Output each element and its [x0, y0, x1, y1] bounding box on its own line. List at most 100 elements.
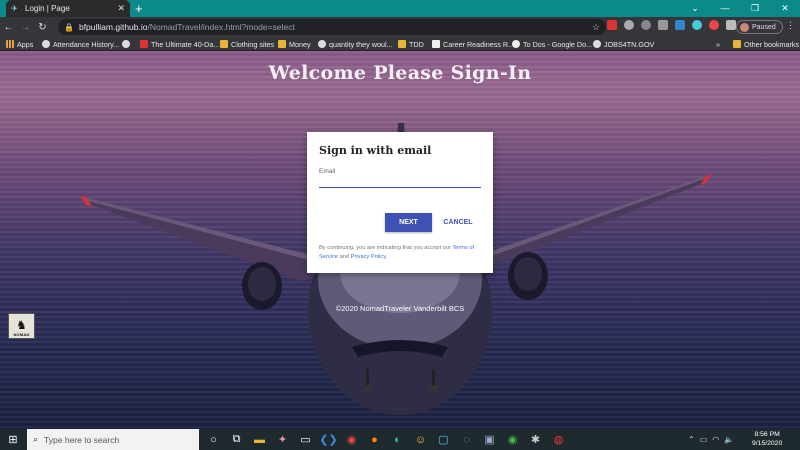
extension-icon[interactable]: [692, 20, 702, 30]
globe-icon: [593, 40, 601, 48]
bookmark-item[interactable]: To Dos - Google Do...: [512, 38, 592, 50]
red-bookmark-icon: [140, 40, 148, 48]
other-bookmarks[interactable]: Other bookmarks: [733, 38, 799, 50]
puzzle-icon[interactable]: [726, 20, 736, 30]
extension-icon[interactable]: [709, 20, 719, 30]
browser-tab-strip: ✈ Login | Page ✕ + ⌄ — ❐ ✕: [0, 0, 800, 17]
email-field[interactable]: [319, 179, 481, 188]
system-tray: ⌃ ▭ ◠ 🔈: [688, 429, 734, 450]
app-icon[interactable]: ✱: [527, 431, 544, 448]
extensions-area: [607, 20, 736, 30]
email-label: Email: [319, 168, 336, 175]
doc-icon: [432, 40, 440, 48]
bookmarks-overflow[interactable]: »: [716, 38, 720, 50]
privacy-policy-link[interactable]: Privacy Policy: [351, 254, 386, 260]
brand-logo: ♞ NOMAD: [8, 313, 35, 339]
folder-icon: [220, 40, 228, 48]
profile-button[interactable]: Paused: [736, 20, 783, 34]
minimize-button[interactable]: —: [710, 0, 740, 17]
app-icon[interactable]: ✦: [274, 431, 291, 448]
bookmarks-bar: Apps Attendance History... The Ultimate …: [0, 37, 800, 51]
extension-icon[interactable]: [607, 20, 617, 30]
chevron-up-icon[interactable]: ⌃: [688, 435, 695, 444]
globe-icon: [42, 40, 50, 48]
taskbar-apps: ○ ⧉ ▬ ✦ ▭ ❮❯ ◉ ● ◐ ☺ ▢ ◌ ▣ ◉ ✱ ◍: [205, 431, 567, 448]
windows-start-icon[interactable]: ⊞: [0, 433, 26, 446]
bookmark-item[interactable]: [122, 38, 133, 50]
maximize-button[interactable]: ❐: [740, 0, 770, 17]
profile-status: Paused: [752, 23, 776, 31]
volume-icon[interactable]: 🔈: [724, 435, 734, 444]
back-button[interactable]: ←: [0, 22, 17, 33]
forward-button[interactable]: →: [17, 22, 34, 33]
next-button[interactable]: NEXT: [385, 213, 432, 232]
folder-icon: [733, 40, 741, 48]
edge-icon[interactable]: ◐: [389, 431, 406, 448]
browser-toolbar: ← → ↻ 🔒 bfpulliam.github.io /NomadTravel…: [0, 17, 800, 37]
app-icon[interactable]: ▣: [481, 431, 498, 448]
extension-icon[interactable]: [658, 20, 668, 30]
bookmark-apps[interactable]: Apps: [6, 38, 33, 50]
url-host: bfpulliam.github.io: [78, 22, 148, 32]
app-icon[interactable]: ◍: [550, 431, 567, 448]
bookmark-item[interactable]: quantity they woul...: [318, 38, 393, 50]
address-bar[interactable]: 🔒 bfpulliam.github.io /NomadTravel/index…: [58, 19, 606, 35]
avatar: [740, 22, 749, 32]
app-icon[interactable]: ◌: [458, 431, 475, 448]
bookmark-item[interactable]: The Ultimate 40-Da...: [140, 38, 219, 50]
close-tab-icon[interactable]: ✕: [117, 3, 125, 14]
emoji-app-icon[interactable]: ☺: [412, 431, 429, 448]
google-icon: [512, 40, 520, 48]
extension-icon[interactable]: [675, 20, 685, 30]
copyright-text: ©2020 NomadTraveler Vanderbilt BCS: [335, 304, 465, 313]
terminal-icon[interactable]: ▭: [297, 431, 314, 448]
network-icon[interactable]: ◠: [712, 435, 719, 444]
cancel-button[interactable]: CANCEL: [439, 213, 477, 232]
bookmark-folder[interactable]: Clothing sites: [220, 38, 274, 50]
bookmark-star-icon[interactable]: ☆: [592, 22, 600, 33]
close-window-button[interactable]: ✕: [770, 0, 800, 17]
folder-icon: [398, 40, 406, 48]
clock-date: 9/15/2020: [752, 439, 783, 447]
reload-button[interactable]: ↻: [34, 22, 51, 33]
folder-icon: [278, 40, 286, 48]
terms-notice: By continuing, you are indicating that y…: [319, 245, 475, 260]
bookmark-item[interactable]: Career Readiness R...: [432, 38, 514, 50]
apps-grid-icon: [6, 40, 14, 48]
vscode-icon[interactable]: ❮❯: [319, 431, 337, 448]
card-title: Sign in with email: [319, 144, 432, 157]
bookmark-item[interactable]: Attendance History...: [42, 38, 119, 50]
lock-icon[interactable]: 🔒: [64, 23, 74, 32]
globe-icon: [318, 40, 326, 48]
browser-tab[interactable]: ✈ Login | Page ✕: [6, 0, 130, 17]
url-path: /NomadTravel/index.html?mode=select: [147, 22, 295, 32]
task-view-icon[interactable]: ⧉: [228, 431, 245, 448]
page-title: Welcome Please Sign-In: [268, 62, 532, 84]
sign-in-card: Sign in with email Email NEXT CANCEL By …: [307, 132, 493, 273]
app-icon[interactable]: ▢: [435, 431, 452, 448]
taskbar-search[interactable]: ⌕ Type here to search: [27, 429, 199, 450]
bookmark-item[interactable]: JOBS4TN.GOV: [593, 38, 654, 50]
tab-title: Login | Page: [25, 4, 70, 13]
taskbar: ⊞ ⌕ Type here to search ○ ⧉ ▬ ✦ ▭ ❮❯ ◉ ●…: [0, 429, 800, 450]
bookmark-folder[interactable]: TDD: [398, 38, 424, 50]
search-icon: ⌕: [33, 434, 39, 444]
clock[interactable]: 8:56 PM 9/15/2020: [752, 431, 782, 448]
chevron-down-icon[interactable]: ⌄: [680, 0, 710, 17]
more-menu-icon[interactable]: ⋮: [786, 20, 795, 31]
page-background: Welcome Please Sign-In Sign in with emai…: [0, 51, 800, 429]
chrome-icon[interactable]: ◉: [504, 431, 521, 448]
bookmark-folder[interactable]: Money: [278, 38, 311, 50]
globe-icon: [122, 40, 130, 48]
file-explorer-icon[interactable]: ▬: [251, 431, 268, 448]
firefox-icon[interactable]: ●: [366, 431, 383, 448]
horse-icon: ♞: [16, 318, 27, 332]
extension-icon[interactable]: [641, 20, 651, 30]
extension-icon[interactable]: [624, 20, 634, 30]
chrome-icon[interactable]: ◉: [343, 431, 360, 448]
new-tab-button[interactable]: +: [135, 1, 143, 16]
cortana-icon[interactable]: ○: [205, 431, 222, 448]
logo-text: NOMAD: [13, 332, 30, 337]
clock-time: 8:56 PM: [754, 431, 780, 438]
battery-icon[interactable]: ▭: [700, 435, 708, 444]
